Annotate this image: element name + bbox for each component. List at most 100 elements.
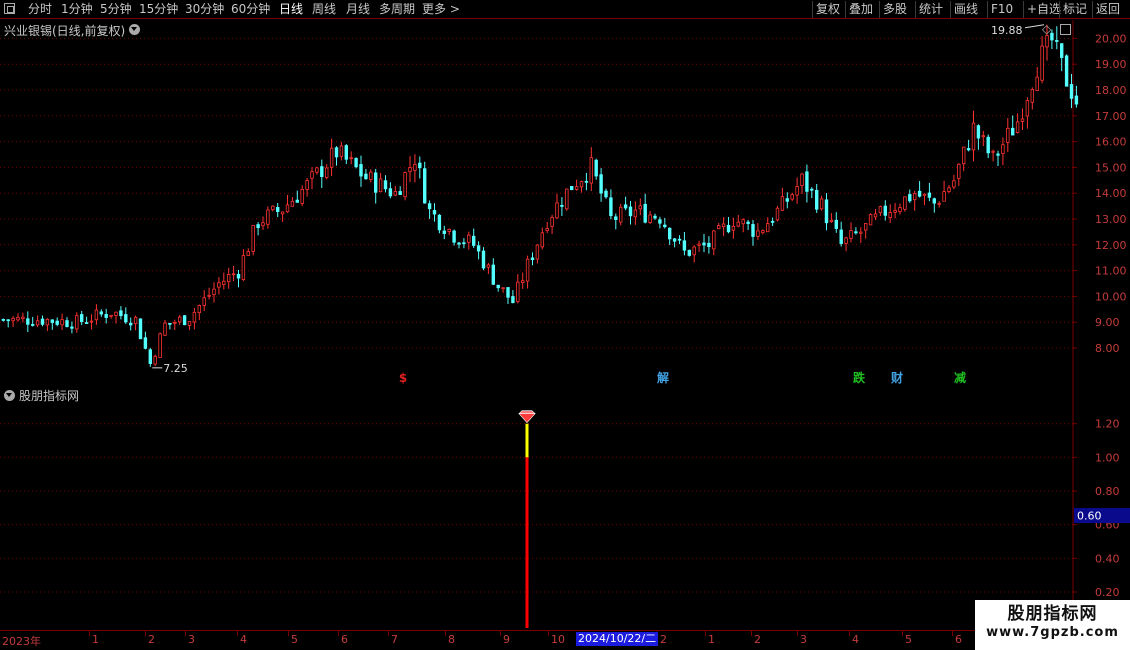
candle-body [1015, 121, 1020, 133]
candle-body [280, 211, 285, 215]
candle-body [300, 188, 304, 204]
candle-body [432, 210, 437, 215]
date-tick [288, 631, 289, 636]
period-tab-9[interactable]: 多周期 [379, 2, 415, 16]
candle-body [731, 225, 736, 231]
candle-body [21, 316, 25, 319]
y-tick-label: 20.00 [1095, 32, 1127, 45]
tool-button-4[interactable]: 画线 [954, 2, 978, 16]
date-tick [388, 631, 389, 636]
tool-button-3[interactable]: 统计 [919, 2, 943, 16]
candle-body [643, 203, 647, 223]
candle-body [138, 318, 143, 340]
candle-body [658, 219, 662, 224]
period-tab-7[interactable]: 周线 [312, 2, 336, 16]
candle-body [388, 188, 393, 197]
y-tick-label: 0.20 [1095, 586, 1120, 599]
panel-toggle-icon[interactable] [1060, 24, 1071, 35]
candle-body [966, 148, 971, 151]
tool-button-8[interactable]: 返回 [1096, 2, 1120, 16]
candle-body [663, 224, 667, 228]
indicator-dropdown-icon[interactable] [4, 390, 15, 401]
candle-body [687, 249, 691, 256]
candle-body [70, 326, 74, 329]
period-tab-1[interactable]: 1分钟 [61, 2, 93, 16]
date-label-10: 10 [551, 633, 565, 646]
candle-body [413, 164, 417, 171]
date-tick [952, 631, 953, 636]
period-tab-2[interactable]: 5分钟 [100, 2, 132, 16]
candle-body [628, 206, 633, 217]
candle-body [540, 232, 544, 248]
candle-body [829, 219, 834, 223]
diamond-icon[interactable]: ◇ [1042, 22, 1051, 36]
tool-button-0[interactable]: 复权 [816, 2, 840, 16]
stock-title-dropdown-icon[interactable] [129, 24, 140, 35]
date-tick [338, 631, 339, 636]
candle-body [143, 337, 148, 349]
candle-body [467, 234, 471, 243]
candle-body [545, 228, 549, 231]
candle-body [864, 222, 868, 231]
candle-body [810, 188, 814, 191]
date-tick [705, 631, 706, 636]
candle-body [457, 242, 461, 245]
candle-body [721, 223, 726, 228]
candle-body [952, 180, 956, 188]
tool-button-1[interactable]: 叠加 [849, 2, 873, 16]
candle-body [447, 228, 451, 232]
indicator-chart[interactable]: 0.200.400.600.801.001.200.60 [0, 384, 1130, 630]
date-label-7: 7 [391, 633, 398, 646]
period-toolbar: 分时 1分钟 5分钟 15分钟 30分钟 60分钟 日线 周线 月线 多周期 更多 > 复权 叠加 多股统… [0, 0, 1130, 19]
kline-chart[interactable]: 8.00 9.00 10.00 11.00 12.00 13.00 14.00 15.00 16… [0, 20, 1130, 384]
candle-body [491, 264, 495, 285]
candle-body [427, 203, 432, 210]
candle-body [599, 174, 603, 194]
candle-body [815, 189, 819, 210]
period-tab-10[interactable]: 更多 > [422, 2, 460, 16]
candle-body [55, 320, 59, 325]
candle-body [986, 136, 990, 154]
period-tab-3[interactable]: 15分钟 [139, 2, 178, 16]
candle-body [648, 214, 652, 223]
candle-body [780, 196, 785, 211]
tool-button-2[interactable]: 多股 [883, 2, 907, 16]
candle-body [530, 257, 535, 261]
candle-body [927, 192, 932, 198]
candle-body [378, 178, 383, 193]
tool-button-7[interactable]: 标记 [1063, 2, 1087, 16]
period-tab-6[interactable]: 日线 [279, 2, 303, 16]
candle-body [1060, 43, 1064, 58]
tool-button-6[interactable]: +自选 [1027, 2, 1061, 16]
period-tab-4[interactable]: 30分钟 [185, 2, 224, 16]
candle-body [574, 186, 579, 190]
y-tick-label: 10.00 [1095, 290, 1127, 303]
candle-body [1069, 84, 1074, 99]
candle-body [393, 191, 397, 196]
toolbar-separator [915, 1, 916, 18]
candle-body [65, 320, 69, 328]
period-tab-5[interactable]: 60分钟 [231, 2, 270, 16]
event-marker-0: $ [399, 371, 407, 384]
date-tick [445, 631, 446, 636]
candle-body [741, 219, 745, 225]
candle-body [349, 157, 353, 160]
candle-body [638, 205, 642, 210]
tool-button-5[interactable]: F10 [991, 2, 1013, 16]
candle-body [241, 255, 246, 280]
candle-body [324, 167, 329, 178]
candle-body [364, 173, 368, 180]
stock-title: 兴业银锡(日线,前复权) [4, 24, 126, 38]
candle-body [844, 237, 848, 244]
candle-body [751, 224, 755, 237]
period-tab-8[interactable]: 月线 [346, 2, 370, 16]
candle-body [442, 230, 446, 234]
candle-body [868, 214, 873, 226]
candle-body [594, 159, 598, 177]
period-tab-0[interactable]: 分时 [28, 2, 52, 16]
date-tick [237, 631, 238, 636]
date-label-9: 9 [503, 633, 510, 646]
candle-body [957, 163, 961, 179]
window-toggle-icon[interactable] [4, 3, 15, 14]
gem-icon [518, 413, 536, 424]
